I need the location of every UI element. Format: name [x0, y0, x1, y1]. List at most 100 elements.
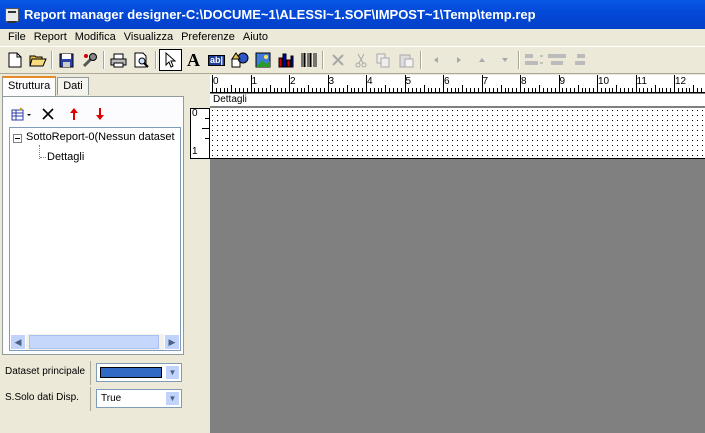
ruler-tick — [250, 75, 252, 92]
chart-icon[interactable] — [274, 49, 297, 71]
ruler-tick — [235, 88, 237, 92]
add-band-icon[interactable] — [9, 105, 35, 123]
ruler-tick — [458, 88, 460, 92]
collapse-toggle-icon[interactable] — [13, 134, 22, 143]
ruler-tick — [539, 85, 541, 92]
menu-visualizza[interactable]: Visualizza — [120, 30, 177, 45]
design-area[interactable]: 0 1 2 3 4 5 6 7 8 9 10 11 12 Dettagli 01 — [188, 75, 705, 433]
ruler-tick — [238, 88, 240, 92]
wrench-icon[interactable] — [78, 49, 101, 71]
ruler-number: 10 — [598, 76, 610, 87]
ruler-tick — [481, 75, 483, 92]
scissors-icon[interactable] — [349, 49, 372, 71]
ruler-tick — [604, 88, 606, 92]
print-icon[interactable] — [107, 49, 130, 71]
scroll-left-icon[interactable]: ◀ — [10, 334, 26, 350]
tree-node-subreport[interactable]: SottoReport-0(Nessun dataset — [26, 131, 175, 143]
ruler-tick — [477, 88, 479, 92]
ruler-tick — [408, 88, 410, 92]
toolbar-separator — [320, 49, 326, 71]
ruler-tick — [647, 88, 649, 92]
ruler-tick — [323, 88, 325, 92]
detail-band[interactable] — [210, 108, 705, 159]
app-icon[interactable] — [5, 7, 19, 23]
title-bar[interactable]: Report manager designer-C:\DOCUME~1\ALES… — [0, 0, 705, 29]
toolbar-separator — [418, 49, 424, 71]
cut-icon[interactable] — [326, 49, 349, 71]
align-right-icon[interactable] — [568, 49, 591, 71]
menu-aiuto[interactable]: Aiuto — [239, 30, 272, 45]
open-folder-icon[interactable] — [26, 49, 49, 71]
ruler-tick — [262, 88, 264, 92]
ruler-tick — [431, 88, 433, 92]
ruler-tick — [504, 88, 506, 92]
align-left-icon[interactable] — [522, 49, 545, 71]
menu-file[interactable]: File — [4, 30, 30, 45]
arrow-down-icon[interactable] — [493, 49, 516, 71]
copy-icon[interactable] — [372, 49, 395, 71]
structure-tree[interactable]: SottoReport-0(Nessun dataset Dettagli ◀ … — [9, 127, 181, 351]
chevron-down-icon[interactable]: ▼ — [165, 391, 180, 406]
toolbar-separator — [49, 49, 55, 71]
chevron-down-icon[interactable]: ▼ — [165, 365, 180, 380]
field-tool-glyph: ab| — [207, 54, 226, 66]
ruler-tick — [681, 88, 683, 92]
pointer-icon[interactable] — [159, 49, 182, 71]
tab-dati[interactable]: Dati — [57, 77, 89, 95]
arrow-right-icon[interactable] — [447, 49, 470, 71]
ruler-tick — [554, 88, 556, 92]
ruler-tick — [697, 88, 699, 92]
move-down-icon[interactable] — [87, 105, 113, 123]
menu-report[interactable]: Report — [30, 30, 71, 45]
ruler-tick — [292, 88, 294, 92]
solo-dati-value: True — [101, 393, 122, 404]
vertical-ruler-tick — [205, 138, 209, 139]
band-header[interactable]: Dettagli — [210, 94, 705, 107]
scroll-right-icon[interactable]: ▶ — [164, 334, 180, 350]
solo-dati-select[interactable]: True ▼ — [96, 389, 182, 408]
ruler-tick — [439, 88, 441, 92]
ruler-tick — [639, 88, 641, 92]
ruler-tick — [493, 88, 495, 92]
text-icon[interactable]: A — [182, 49, 205, 71]
arrow-up-icon[interactable] — [470, 49, 493, 71]
field-icon[interactable]: ab| — [205, 49, 228, 71]
new-document-icon[interactable] — [3, 49, 26, 71]
arrow-left-icon[interactable] — [424, 49, 447, 71]
paste-icon[interactable] — [395, 49, 418, 71]
delete-icon[interactable] — [35, 105, 61, 123]
toolbar-separator — [516, 49, 522, 71]
dataset-select[interactable]: ▼ — [96, 363, 182, 382]
menu-modifica[interactable]: Modifica — [71, 30, 120, 45]
ruler-tick — [485, 88, 487, 92]
ruler-tick — [377, 88, 379, 92]
ruler-tick — [300, 88, 302, 92]
ruler-tick — [543, 88, 545, 92]
ruler-tick — [685, 88, 687, 92]
move-up-icon[interactable] — [61, 105, 87, 123]
print-preview-icon[interactable] — [130, 49, 153, 71]
ruler-tick — [546, 88, 548, 92]
save-icon[interactable] — [55, 49, 78, 71]
dataset-selected-highlight — [100, 367, 162, 378]
align-center-icon[interactable] — [545, 49, 568, 71]
vertical-ruler: 01 — [190, 108, 210, 159]
ruler-tick — [466, 88, 468, 92]
text-tool-glyph: A — [187, 50, 200, 70]
ruler-number: 5 — [405, 76, 412, 87]
ruler-tick — [389, 88, 391, 92]
ruler-number: 9 — [559, 76, 566, 87]
tab-struttura[interactable]: Struttura — [2, 76, 57, 96]
image-icon[interactable] — [251, 49, 274, 71]
scrollbar-thumb[interactable] — [29, 335, 159, 349]
barcode-icon[interactable] — [297, 49, 320, 71]
shapes-icon[interactable] — [228, 49, 251, 71]
menu-preferenze[interactable]: Preferenze — [177, 30, 239, 45]
tree-node-dettagli[interactable]: Dettagli — [47, 151, 84, 163]
tree-horizontal-scrollbar[interactable]: ◀ ▶ — [10, 334, 180, 350]
ruler-tick — [362, 88, 364, 92]
ruler-tick — [527, 88, 529, 92]
vertical-ruler-tick — [202, 128, 209, 129]
ruler-number: 7 — [482, 76, 489, 87]
ruler-tick — [215, 88, 217, 92]
